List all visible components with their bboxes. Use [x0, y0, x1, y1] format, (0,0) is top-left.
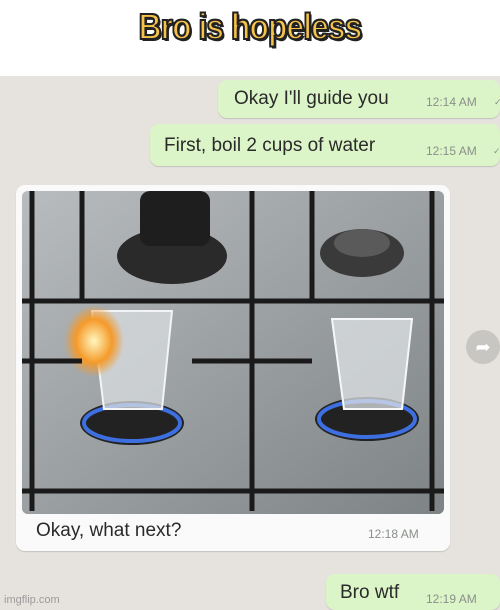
message-text: Okay, what next? — [36, 520, 182, 541]
outgoing-message[interactable]: First, boil 2 cups of water 12:15 AM ✓ — [150, 124, 500, 166]
incoming-photo-message[interactable]: Okay, what next? 12:18 AM — [16, 185, 450, 551]
forward-arrow-icon[interactable]: ➦ — [466, 330, 500, 364]
message-time: 12:15 AM — [426, 144, 477, 158]
message-text: First, boil 2 cups of water — [164, 135, 376, 156]
message-time: 12:18 AM — [368, 527, 419, 541]
outgoing-message[interactable]: Bro wtf 12:19 AM — [326, 574, 500, 610]
read-check-icon: ✓ — [494, 97, 500, 107]
stove-photo[interactable] — [22, 191, 444, 514]
message-time: 12:14 AM — [426, 95, 477, 109]
watermark: imgflip.com — [4, 594, 60, 606]
meme-title: Bro is hopeless — [138, 5, 363, 48]
message-text: Okay I'll guide you — [234, 88, 389, 109]
message-time: 12:19 AM — [426, 592, 477, 606]
stove-photo-image — [22, 191, 444, 514]
message-text: Bro wtf — [340, 582, 400, 603]
read-check-icon: ✓ — [493, 146, 500, 156]
outgoing-message[interactable]: Okay I'll guide you 12:14 AM ✓ — [218, 80, 500, 118]
